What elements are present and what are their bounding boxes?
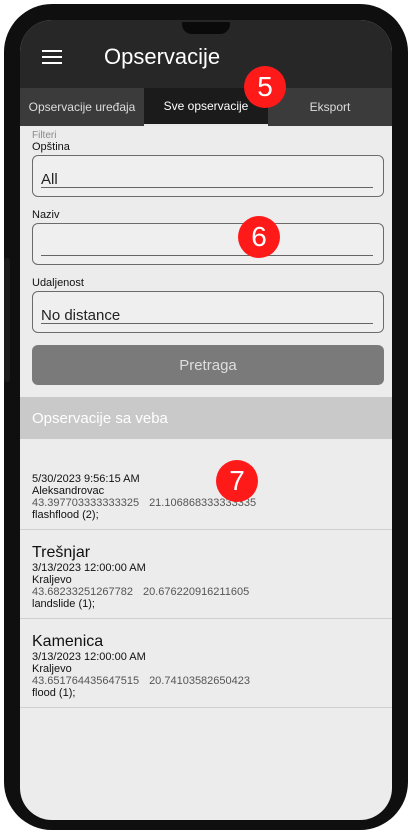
observation-type: flashflood (2); (32, 509, 99, 521)
observation-name: Trešnjar (32, 544, 91, 561)
screen: Opservacije Opservacije uređaja Sve opse… (20, 20, 392, 820)
app-bar: Opservacije Opservacije uređaja Sve opse… (20, 20, 392, 126)
observation-coords: 43.651764435647515 20.74103582650423 (32, 675, 251, 687)
filters-heading: Filteri (32, 130, 57, 141)
content-area: Filteri Opština All Naziv Udaljenost No … (20, 126, 392, 820)
phone-frame: Opservacije Opservacije uređaja Sve opse… (4, 4, 408, 830)
observation-type: flood (1); (32, 687, 76, 699)
input-underline (41, 255, 373, 256)
udaljenost-label: Udaljenost (32, 277, 84, 289)
tab-export[interactable]: Eksport (268, 88, 392, 126)
naziv-label: Naziv (32, 209, 60, 221)
annotation-badge-5: 5 (244, 66, 286, 108)
observation-date: 3/13/2023 12:00:00 AM (32, 562, 146, 574)
tab-bar: Opservacije uređaja Sve opservacije Eksp… (20, 88, 392, 126)
tab-device-observations[interactable]: Opservacije uređaja (20, 88, 144, 126)
picker-underline (41, 187, 373, 188)
observation-place: Aleksandrovac (32, 485, 105, 497)
observation-type: landslide (1); (32, 598, 95, 610)
observation-date: 3/13/2023 12:00:00 AM (32, 651, 146, 663)
list-item[interactable]: 5/30/2023 9:56:15 AM Aleksandrovac 43.39… (20, 439, 392, 530)
camera-notch (182, 22, 230, 34)
naziv-input[interactable] (32, 223, 384, 265)
picker-underline (41, 323, 373, 324)
list-item[interactable]: Trešnjar 3/13/2023 12:00:00 AM Kraljevo … (20, 530, 392, 619)
opstina-value: All (41, 171, 58, 188)
udaljenost-picker[interactable]: No distance (32, 291, 384, 333)
page-title: Opservacije (104, 44, 221, 69)
observation-name: Kamenica (32, 633, 104, 650)
observation-coords: 43.68233251267782 20.676220916211605 (32, 586, 250, 598)
search-button[interactable]: Pretraga (32, 345, 384, 385)
opstina-label: Opština (32, 141, 70, 153)
udaljenost-value: No distance (41, 307, 121, 324)
list-item[interactable]: Kamenica 3/13/2023 12:00:00 AM Kraljevo … (20, 619, 392, 708)
hamburger-menu-icon[interactable] (42, 50, 62, 64)
observation-place: Kraljevo (32, 574, 72, 586)
opstina-picker[interactable]: All (32, 155, 384, 197)
side-button (4, 258, 10, 382)
web-observations-header: Opservacije sa veba (20, 397, 392, 439)
observation-place: Kraljevo (32, 663, 72, 675)
observation-date: 5/30/2023 9:56:15 AM (32, 473, 140, 485)
annotation-badge-7: 7 (216, 460, 258, 502)
observation-coords: 43.397703333333325 21.106868333333335 (32, 497, 257, 509)
annotation-badge-6: 6 (238, 216, 280, 258)
